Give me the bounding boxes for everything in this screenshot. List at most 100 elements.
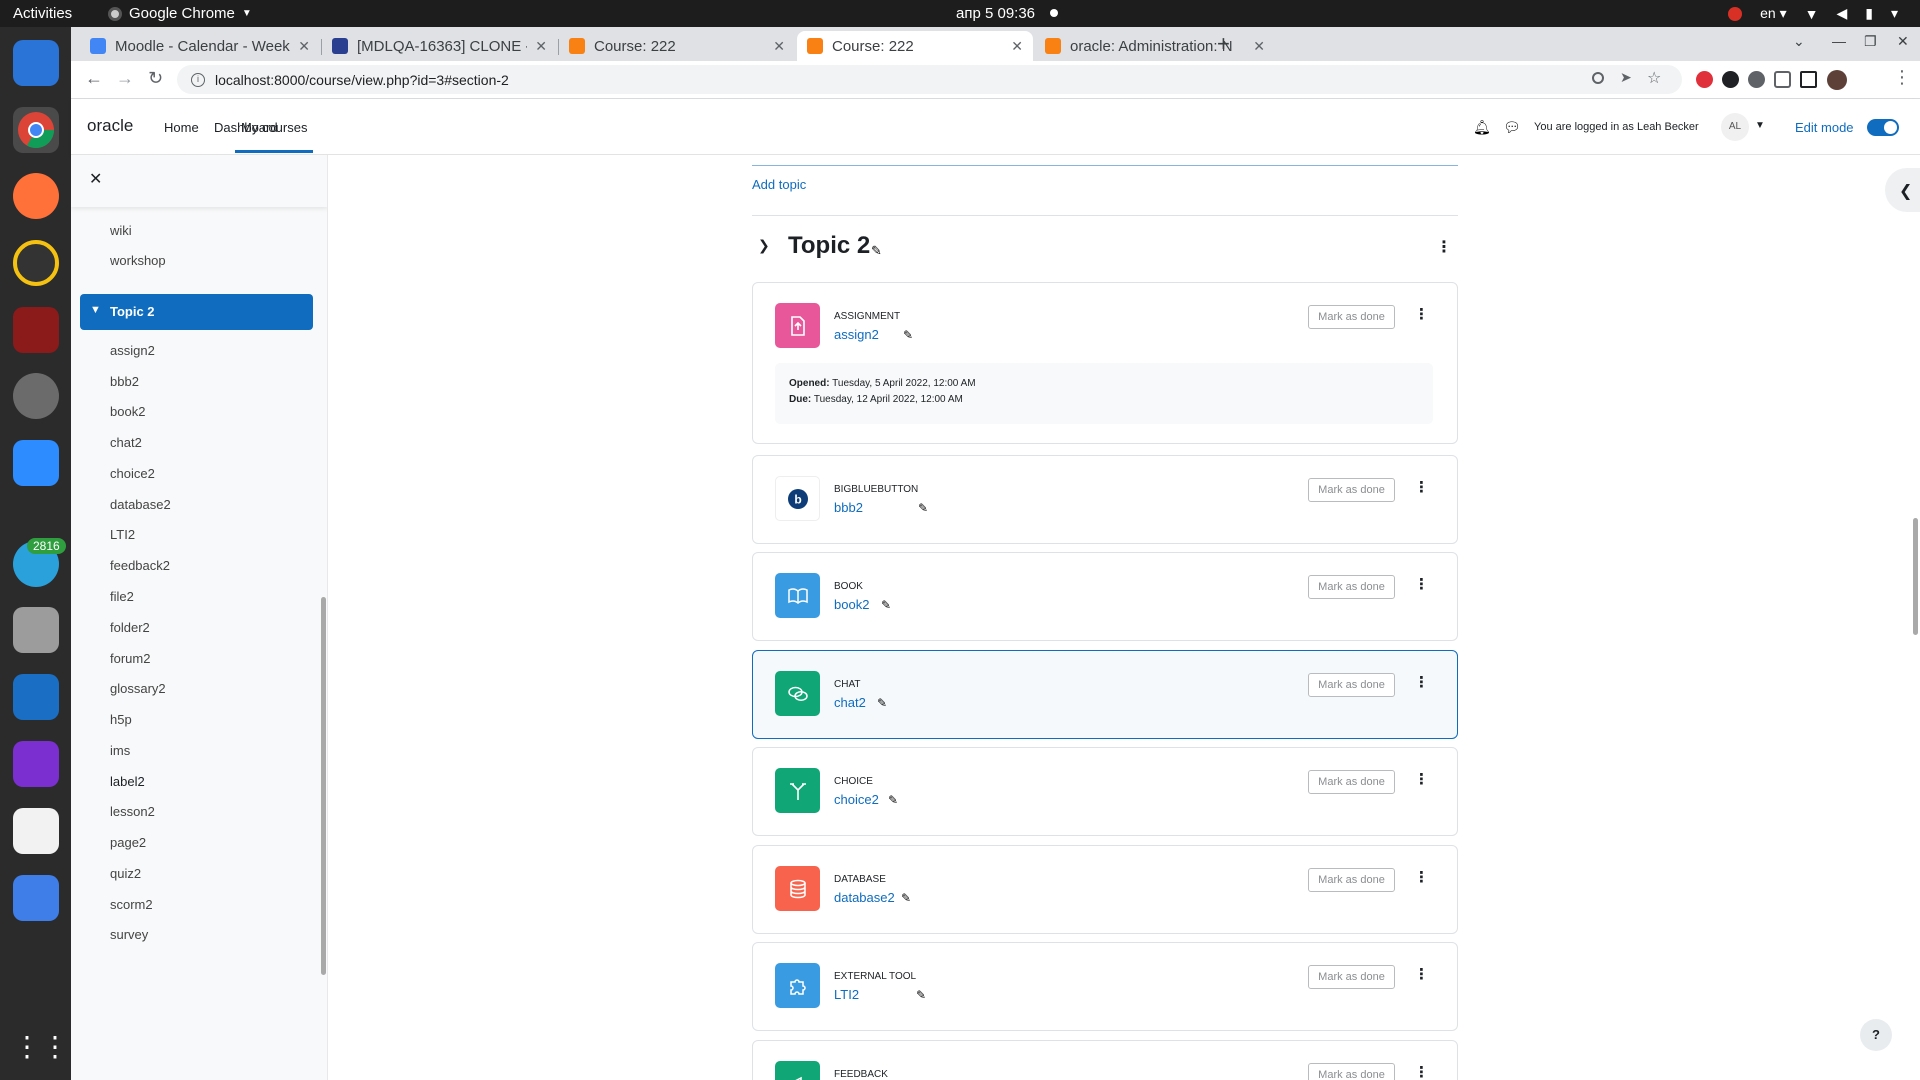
- puzzle-icon[interactable]: [775, 963, 820, 1008]
- activity-name[interactable]: book2: [834, 597, 869, 612]
- course-index-item[interactable]: book2: [110, 404, 145, 419]
- activity-name[interactable]: bbb2: [834, 500, 863, 515]
- settings-icon[interactable]: [13, 373, 59, 419]
- close-window-icon[interactable]: ✕: [1897, 33, 1909, 50]
- activity-actions-kebab-icon[interactable]: ⋮: [1414, 770, 1429, 788]
- section-actions-kebab-icon[interactable]: ⋮: [1436, 237, 1452, 257]
- user-menu-chevron-icon[interactable]: ▼: [1755, 120, 1765, 131]
- site-brand[interactable]: oracle: [87, 116, 133, 136]
- activity-name[interactable]: choice2: [834, 792, 879, 807]
- bookmark-star-icon[interactable]: ☆: [1647, 68, 1662, 87]
- activity-actions-kebab-icon[interactable]: ⋮: [1414, 673, 1429, 691]
- book-icon[interactable]: [775, 573, 820, 618]
- activity-name[interactable]: database2: [834, 890, 895, 905]
- activity-actions-kebab-icon[interactable]: ⋮: [1414, 965, 1429, 983]
- page-scrollbar[interactable]: [1913, 518, 1918, 635]
- course-index-item[interactable]: file2: [110, 589, 134, 604]
- feedback-icon[interactable]: [775, 1061, 820, 1080]
- activity-name[interactable]: chat2: [834, 695, 866, 710]
- activity-name[interactable]: LTI2: [834, 987, 859, 1002]
- add-topic-link[interactable]: Add topic: [752, 177, 806, 192]
- wordpress-extension-icon[interactable]: [1748, 71, 1765, 88]
- close-tab-icon[interactable]: ✕: [535, 38, 547, 55]
- choice-icon[interactable]: [775, 768, 820, 813]
- app-menu[interactable]: Google Chrome ▼: [108, 5, 252, 22]
- maximize-icon[interactable]: ❐: [1864, 33, 1877, 50]
- nav-my-courses[interactable]: My courses: [235, 120, 314, 153]
- tab-moodle-calendar[interactable]: Moodle - Calendar - Week ✕: [80, 31, 320, 61]
- course-index-item[interactable]: label2: [110, 774, 145, 789]
- send-icon[interactable]: ➤: [1620, 69, 1635, 85]
- edit-section-title-pencil-icon[interactable]: ✎: [871, 243, 882, 259]
- notifications-bell-icon[interactable]: 🔔︎: [1473, 119, 1491, 136]
- mark-as-done-button[interactable]: Mark as done: [1308, 965, 1395, 989]
- activity-actions-kebab-icon[interactable]: ⋮: [1414, 1063, 1429, 1080]
- course-index-item[interactable]: database2: [110, 497, 171, 512]
- system-tray[interactable]: en ▾ ▼ ◀ ▮ ▾: [1728, 5, 1898, 22]
- edit-activity-name-pencil-icon[interactable]: ✎: [918, 501, 928, 515]
- help-button[interactable]: ?: [1860, 1019, 1892, 1051]
- activity-name[interactable]: assign2: [834, 327, 879, 342]
- course-index-item[interactable]: forum2: [110, 651, 150, 666]
- course-index-item[interactable]: feedback2: [110, 558, 170, 573]
- mark-as-done-button[interactable]: Mark as done: [1308, 770, 1395, 794]
- bigbluebutton-icon[interactable]: b: [775, 476, 820, 521]
- tab-oracle-administration[interactable]: oracle: Administration: N ✕: [1035, 31, 1275, 61]
- zoom-icon[interactable]: [1592, 72, 1604, 84]
- terminal-icon[interactable]: [13, 307, 59, 353]
- new-tab-button[interactable]: +: [1217, 31, 1230, 57]
- w-extension-icon[interactable]: [1722, 71, 1739, 88]
- edit-activity-name-pencil-icon[interactable]: ✎: [888, 793, 898, 807]
- course-index-item[interactable]: page2: [110, 835, 146, 850]
- chat-icon[interactable]: [775, 671, 820, 716]
- close-tab-icon[interactable]: ✕: [773, 38, 785, 55]
- activity-actions-kebab-icon[interactable]: ⋮: [1414, 305, 1429, 323]
- tab-course-222[interactable]: Course: 222 ✕: [559, 31, 795, 61]
- section-title[interactable]: Topic 2: [788, 232, 870, 260]
- collapse-section-chevron-icon[interactable]: ❯: [758, 237, 770, 254]
- mark-as-done-button[interactable]: Mark as done: [1308, 673, 1395, 697]
- course-index-item[interactable]: lesson2: [110, 804, 155, 819]
- edit-activity-name-pencil-icon[interactable]: ✎: [901, 891, 911, 905]
- show-apps-icon[interactable]: ⋮⋮: [13, 1027, 69, 1073]
- activities-button[interactable]: Activities: [13, 5, 72, 22]
- firefox-icon[interactable]: [13, 173, 59, 219]
- mark-as-done-button[interactable]: Mark as done: [1308, 868, 1395, 892]
- phpstorm-icon[interactable]: [13, 741, 59, 787]
- edit-mode-toggle[interactable]: [1867, 119, 1899, 136]
- course-index-item[interactable]: survey: [110, 927, 148, 942]
- activity-actions-kebab-icon[interactable]: ⋮: [1414, 478, 1429, 496]
- close-tab-icon[interactable]: ✕: [1253, 38, 1265, 55]
- activity-actions-kebab-icon[interactable]: ⋮: [1414, 868, 1429, 886]
- screenshot-icon[interactable]: [13, 875, 59, 921]
- libreoffice-writer-icon[interactable]: [13, 674, 59, 720]
- zoom-icon[interactable]: [13, 440, 59, 486]
- language-indicator[interactable]: en ▾: [1760, 5, 1787, 22]
- database-icon[interactable]: [775, 866, 820, 911]
- edit-activity-name-pencil-icon[interactable]: ✎: [877, 696, 887, 710]
- chrome-menu-icon[interactable]: ⋮: [1893, 67, 1911, 87]
- rhythmbox-icon[interactable]: [13, 240, 59, 286]
- close-drawer-icon[interactable]: ✕: [89, 169, 102, 189]
- chrome-dock-icon[interactable]: [13, 107, 59, 153]
- mark-as-done-button[interactable]: Mark as done: [1308, 478, 1395, 502]
- course-index-item[interactable]: wiki: [110, 223, 132, 238]
- edit-activity-name-pencil-icon[interactable]: ✎: [881, 598, 891, 612]
- course-index-item[interactable]: scorm2: [110, 897, 153, 912]
- text-editor-icon[interactable]: [13, 808, 59, 854]
- edit-activity-name-pencil-icon[interactable]: ✎: [903, 328, 913, 342]
- course-index-item[interactable]: quiz2: [110, 866, 141, 881]
- course-index-item[interactable]: h5p: [110, 712, 132, 727]
- forward-icon[interactable]: →: [116, 68, 134, 89]
- course-index-item[interactable]: workshop: [110, 253, 166, 268]
- minimize-icon[interactable]: —: [1832, 33, 1846, 49]
- edit-activity-name-pencil-icon[interactable]: ✎: [916, 988, 926, 1002]
- course-index-item[interactable]: choice2: [110, 466, 155, 481]
- side-panel-icon[interactable]: [1800, 71, 1817, 88]
- tab-course-222-active[interactable]: Course: 222 ✕: [797, 31, 1033, 61]
- files-icon[interactable]: [13, 607, 59, 653]
- course-index-item[interactable]: LTI2: [110, 527, 135, 542]
- address-bar[interactable]: i localhost:8000/course/view.php?id=3#se…: [177, 65, 1682, 94]
- extensions-puzzle-icon[interactable]: [1774, 71, 1791, 88]
- course-index-item[interactable]: chat2: [110, 435, 142, 450]
